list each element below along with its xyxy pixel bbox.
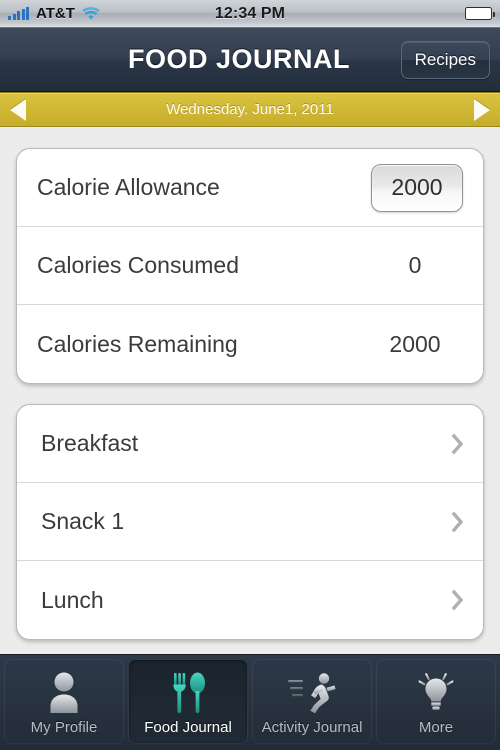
- status-bar: AT&T 12:34 PM: [0, 0, 500, 28]
- current-date-label: Wednesday. June1, 2011: [166, 101, 334, 118]
- row-calories-remaining: Calories Remaining 2000: [17, 305, 483, 383]
- calorie-allowance-label: Calorie Allowance: [37, 174, 220, 200]
- list-item[interactable]: Snack 1: [17, 483, 483, 561]
- runner-icon: [288, 668, 336, 716]
- calorie-summary-card: Calorie Allowance Calories Consumed 0 Ca…: [16, 148, 484, 384]
- calories-remaining-value: 2000: [389, 330, 441, 357]
- tab-label: Activity Journal: [261, 718, 363, 736]
- tab-my-profile[interactable]: My Profile: [4, 659, 124, 744]
- status-bar-right: [465, 7, 495, 20]
- navigation-bar: FOOD JOURNAL Recipes: [0, 28, 500, 92]
- battery-icon: [465, 7, 495, 20]
- tab-food-journal[interactable]: Food Journal: [128, 659, 248, 744]
- chevron-right-icon: [451, 433, 465, 455]
- meal-label: Lunch: [41, 586, 104, 613]
- app-screen: AT&T 12:34 PM FOOD JOURNAL Recipes Wedne…: [0, 0, 500, 750]
- status-bar-left: AT&T: [8, 5, 100, 22]
- person-icon: [44, 668, 84, 716]
- chevron-right-icon: [451, 589, 465, 611]
- wifi-icon: [82, 6, 100, 21]
- row-calorie-allowance: Calorie Allowance: [17, 149, 483, 227]
- carrier-label: AT&T: [36, 5, 75, 22]
- chevron-right-icon: [451, 511, 465, 533]
- calories-consumed-label: Calories Consumed: [37, 252, 239, 278]
- date-navigation-bar: Wednesday. June1, 2011: [0, 92, 500, 127]
- tab-bar: My Profile Food Journal Activity Journal…: [0, 654, 500, 750]
- lightbulb-icon: [414, 668, 458, 716]
- recipes-button[interactable]: Recipes: [400, 40, 490, 79]
- calories-remaining-label: Calories Remaining: [37, 330, 238, 357]
- calorie-allowance-input[interactable]: [371, 163, 463, 212]
- list-item[interactable]: Breakfast: [17, 405, 483, 483]
- tab-label: My Profile: [30, 718, 98, 736]
- calories-consumed-value: 0: [408, 252, 422, 278]
- meals-list-card: Breakfast Snack 1 Lunch: [16, 404, 484, 640]
- meal-label: Snack 1: [41, 508, 125, 534]
- signal-bars-icon: [8, 7, 29, 20]
- main-content: Calorie Allowance Calories Consumed 0 Ca…: [0, 128, 500, 654]
- list-item[interactable]: Lunch: [17, 561, 483, 639]
- tab-label: Food Journal: [144, 718, 232, 736]
- triangle-left-icon[interactable]: [10, 98, 26, 121]
- row-calories-consumed: Calories Consumed 0: [17, 227, 483, 305]
- meal-label: Breakfast: [41, 430, 139, 456]
- tab-label: More: [418, 718, 454, 736]
- tab-more[interactable]: More: [376, 659, 496, 744]
- utensils-icon: [168, 668, 208, 716]
- triangle-right-icon[interactable]: [474, 98, 490, 121]
- page-title: FOOD JOURNAL: [128, 44, 350, 74]
- tab-activity-journal[interactable]: Activity Journal: [252, 659, 372, 744]
- clock-label: 12:34 PM: [214, 4, 286, 22]
